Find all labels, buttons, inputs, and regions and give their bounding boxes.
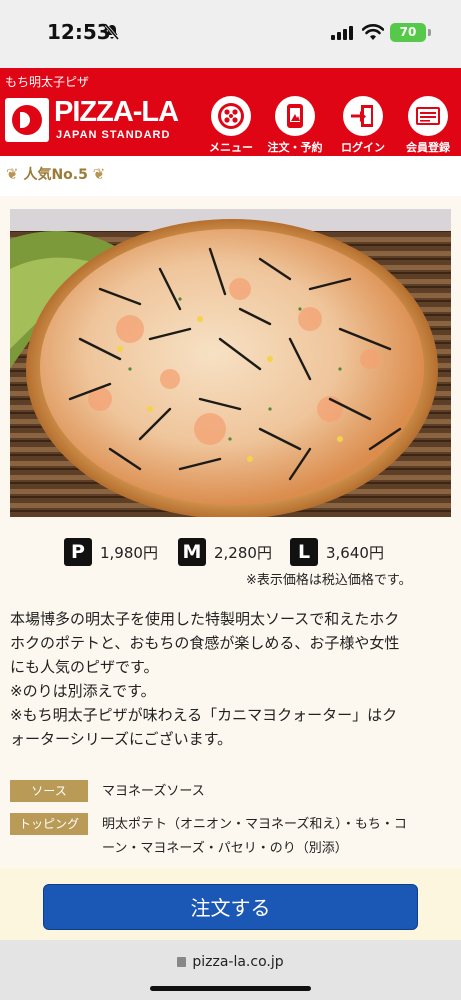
spec-topping-value-line: ーン・マヨネーズ・パセリ・のり（別添） (102, 841, 348, 856)
description-line: ※もち明太子ピザが味わえる「カニマヨクォーター」はク (10, 706, 398, 724)
nav-order[interactable]: 注文・予約 (264, 96, 326, 155)
popularity-rank-badge: ❦ 人気No.5 ❦ (6, 164, 105, 184)
nav-login-label: ログイン (341, 141, 385, 154)
nav-menu-label: メニュー (209, 141, 253, 154)
nav-register-label: 会員登録 (406, 141, 450, 154)
spec-topping-value-line: 明太ポテト（オニオン・マヨネーズ和え）・もち・コ (102, 817, 407, 832)
laurel-left-icon: ❦ (6, 165, 19, 183)
nav-menu[interactable]: メニュー (204, 96, 258, 155)
description-line: 本場博多の明太子を使用した特製明太ソースで和えたホク (10, 610, 400, 628)
size-l-badge: L (290, 538, 318, 566)
tax-note: ※表示価格は税込価格です。 (246, 573, 412, 588)
description-line: にも人気のピザです。 (10, 658, 159, 676)
home-indicator[interactable] (150, 986, 311, 991)
url-text: pizza-la.co.jp (192, 954, 284, 970)
battery-indicator: 70 (390, 23, 426, 42)
login-door-icon (343, 96, 383, 136)
pizza-menu-icon (211, 96, 251, 136)
size-p-badge: P (64, 538, 92, 566)
laurel-right-icon: ❦ (92, 165, 106, 183)
spec-sauce-label: ソース (10, 780, 88, 802)
wifi-icon (362, 24, 384, 40)
page-label: もち明太子ピザ (5, 75, 90, 89)
lock-icon (177, 957, 187, 967)
pizza-la-logo[interactable]: PIZZA-LA JAPAN STANDARD (5, 96, 185, 144)
bell-muted-icon (104, 24, 120, 40)
browser-address-bar[interactable]: pizza-la.co.jp (0, 940, 461, 1000)
popularity-rank-label: 人気No.5 (23, 167, 88, 183)
size-m-badge: M (178, 538, 206, 566)
phone-order-icon (275, 96, 315, 136)
description-line: ォーターシリーズにございます。 (10, 730, 233, 748)
site-header: もち明太子ピザ PIZZA-LA JAPAN STANDARD メニュー 注文・… (0, 68, 461, 156)
logo-subtitle: JAPAN STANDARD (56, 129, 171, 141)
product-image (10, 209, 451, 517)
status-time: 12:53 (47, 20, 111, 44)
spec-sauce-value: マヨネーズソース (102, 784, 205, 799)
ranking-bar: ❦ 人気No.5 ❦ (0, 156, 461, 196)
order-button[interactable]: 注文する (43, 884, 418, 930)
nav-register[interactable]: 会員登録 (399, 96, 457, 155)
price-m-value: 2,280円 (214, 544, 272, 562)
description-line: ※のりは別添えです。 (10, 682, 156, 700)
status-bar: 12:53 70 (0, 0, 461, 68)
nav-order-label: 注文・予約 (267, 141, 323, 154)
spec-topping-label: トッピング (10, 813, 88, 835)
price-l-value: 3,640円 (326, 544, 384, 562)
order-area: 注文する (0, 868, 461, 940)
cellular-signal-icon (331, 26, 353, 40)
logo-text: PIZZA-LA (54, 96, 179, 128)
description-line: ホクのポテトと、おもちの食感が楽しめる、お子様や女性 (10, 634, 400, 652)
nav-login[interactable]: ログイン (334, 96, 392, 155)
price-p-value: 1,980円 (100, 544, 158, 562)
member-card-icon (408, 96, 448, 136)
battery-tip (428, 29, 431, 36)
url-display[interactable]: pizza-la.co.jp (0, 954, 461, 970)
logo-mark-icon (5, 98, 49, 142)
product-description: 本場博多の明太子を使用した特製明太ソースで和えたホク ホクのポテトと、おもちの食… (10, 607, 451, 751)
